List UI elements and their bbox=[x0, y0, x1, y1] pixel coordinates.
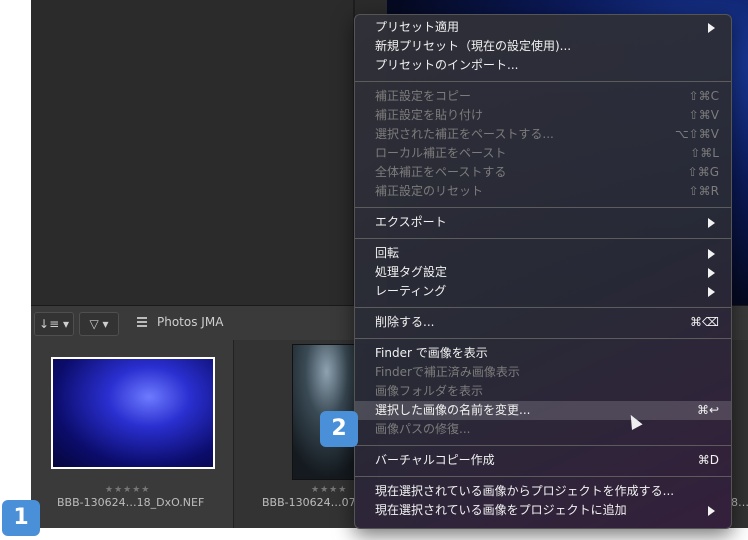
menu-separator bbox=[355, 207, 731, 208]
menu-item-virtual-copy[interactable]: バーチャルコピー作成 ⌘D bbox=[355, 451, 731, 470]
menu-item-create-project[interactable]: 現在選択されている画像からプロジェクトを作成する... bbox=[355, 482, 731, 501]
thumbnail-image[interactable] bbox=[51, 357, 215, 469]
project-icon bbox=[137, 317, 147, 327]
submenu-arrow-icon bbox=[708, 218, 715, 228]
menu-separator bbox=[355, 338, 731, 339]
menu-item-new-preset[interactable]: 新規プリセット（現在の設定使用)... bbox=[355, 37, 731, 56]
menu-item-reset-settings: 補正設定のリセット ⇧⌘R bbox=[375, 184, 719, 198]
step-badge-2: 2 bbox=[320, 411, 358, 447]
menu-item-repair-path: 画像パスの修復... bbox=[375, 422, 471, 436]
menu-item-paste-selected: 選択された補正をペーストする... ⌥⇧⌘V bbox=[375, 127, 719, 141]
rating-stars[interactable]: ★★★★ bbox=[311, 485, 347, 495]
menu-item-rename-selected[interactable]: 選択した画像の名前を変更... ⌘↩ bbox=[355, 401, 731, 420]
thumbnail-cell[interactable]: ★★★★★ BBB-130624…18_DxO.NEF bbox=[31, 340, 234, 528]
context-menu: プリセット適用 新規プリセット（現在の設定使用)... プリセットのインポート.… bbox=[354, 14, 732, 529]
menu-item-export[interactable]: エクスポート bbox=[355, 213, 731, 232]
menu-separator bbox=[355, 476, 731, 477]
menu-separator bbox=[355, 307, 731, 308]
rating-stars[interactable]: ★★★★★ bbox=[105, 485, 150, 495]
menu-item-processing-tag[interactable]: 処理タグ設定 bbox=[355, 263, 731, 282]
submenu-arrow-icon bbox=[708, 249, 715, 259]
menu-item-rotate[interactable]: 回転 bbox=[355, 244, 731, 263]
menu-item-show-corrected-in-finder: Finderで補正済み画像表示 bbox=[375, 365, 520, 379]
menu-item-apply-preset[interactable]: プリセット適用 bbox=[355, 18, 731, 37]
menu-separator bbox=[355, 445, 731, 446]
submenu-arrow-icon bbox=[708, 23, 715, 33]
step-badge-1: 1 bbox=[2, 500, 40, 536]
sort-button[interactable]: ↓≡ ▾ bbox=[34, 312, 74, 336]
menu-item-paste-global: 全体補正をペーストする ⇧⌘G bbox=[375, 165, 719, 179]
menu-item-paste-settings: 補正設定を貼り付け ⇧⌘V bbox=[375, 108, 719, 122]
submenu-arrow-icon bbox=[708, 268, 715, 278]
submenu-arrow-icon bbox=[708, 287, 715, 297]
thumbnail-filename: BBB-130624…18_DxO.NEF bbox=[57, 496, 205, 509]
thumbnail-filename-partial: 8… bbox=[731, 496, 748, 509]
menu-item-rating[interactable]: レーティング bbox=[355, 282, 731, 301]
menu-item-paste-local: ローカル補正をペースト ⇧⌘L bbox=[375, 146, 719, 160]
submenu-arrow-icon bbox=[708, 506, 715, 516]
project-name: Photos JMA bbox=[157, 315, 224, 329]
menu-item-import-preset[interactable]: プリセットのインポート... bbox=[355, 56, 731, 75]
menu-separator bbox=[355, 81, 731, 82]
menu-item-show-in-finder[interactable]: Finder で画像を表示 bbox=[355, 344, 731, 363]
menu-item-show-image-folder: 画像フォルダを表示 bbox=[375, 384, 484, 398]
filter-button[interactable]: ▽ ▾ bbox=[79, 312, 119, 336]
thumbnail-filename: BBB-130624…07 bbox=[262, 496, 356, 509]
menu-item-copy-settings: 補正設定をコピー ⇧⌘C bbox=[375, 89, 719, 103]
menu-item-add-to-project[interactable]: 現在選択されている画像をプロジェクトに追加 bbox=[355, 501, 731, 520]
menu-item-delete[interactable]: 削除する... ⌘⌫ bbox=[355, 313, 731, 332]
menu-separator bbox=[355, 238, 731, 239]
